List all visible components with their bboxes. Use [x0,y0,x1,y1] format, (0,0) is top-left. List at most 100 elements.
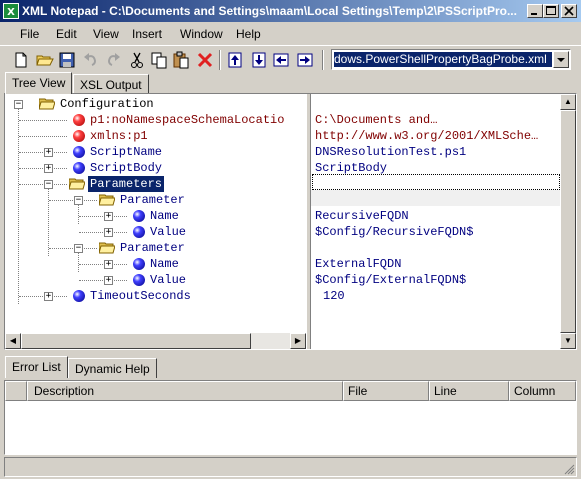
tree-connector [19,136,67,137]
combo-dropdown-button[interactable] [553,51,569,68]
minimize-button[interactable] [527,4,543,18]
tree-node[interactable]: + Value [5,272,305,288]
tree-horizontal-scrollbar[interactable]: ◀ ▶ [5,333,306,349]
node-value[interactable]: ScriptBody [315,160,387,176]
tree-node[interactable]: − Configuration [5,96,305,112]
tree-node-selected[interactable]: − Parameters [5,176,305,192]
collapse-icon[interactable]: − [74,244,83,253]
chevron-down-icon [557,58,565,62]
copy-icon[interactable] [150,51,168,69]
tree-node-label: Parameter [120,193,185,207]
attribute-icon [73,130,85,142]
nudge-up-icon[interactable] [226,51,244,69]
scroll-right-button[interactable]: ▶ [290,333,306,349]
paste-icon[interactable] [172,51,190,69]
column-header-file[interactable]: File [343,381,429,401]
node-value[interactable]: RecursiveFQDN [315,208,409,224]
tree-connector [79,232,127,233]
collapse-icon[interactable]: − [14,100,23,109]
node-value[interactable]: $Config/ExternalFQDN$ [315,272,466,288]
scroll-down-button[interactable]: ▼ [560,333,576,349]
menu-insert[interactable]: Insert [132,27,162,41]
resize-grip-icon[interactable] [563,463,575,475]
node-value[interactable]: DNSResolutionTest.ps1 [315,144,466,160]
tree-node-label: TimeoutSeconds [90,289,191,303]
node-value[interactable]: ExternalFQDN [315,256,401,272]
tree-node[interactable]: + Value [5,224,305,240]
tab-error-list[interactable]: Error List [5,356,68,378]
folder-open-icon [39,98,55,110]
tree-node[interactable]: + TimeoutSeconds [5,288,305,304]
tree-node[interactable]: + Name [5,208,305,224]
maximize-button[interactable] [543,4,559,18]
scroll-thumb[interactable] [560,110,576,333]
title-bar[interactable]: X XML Notepad - C:\Documents and Setting… [0,0,581,22]
menu-view[interactable]: View [93,27,119,41]
expand-icon[interactable]: + [44,164,53,173]
tree-node[interactable]: − Parameter [5,240,305,256]
new-file-icon[interactable] [12,51,30,69]
expand-icon[interactable]: + [44,292,53,301]
nudge-down-icon[interactable] [250,51,268,69]
tree-node-label: ScriptName [90,145,163,159]
toolbar-separator [322,50,324,70]
value-pane[interactable]: C:\Documents and… http://www.w3.org/2001… [311,94,560,349]
scroll-left-button[interactable]: ◀ [5,333,21,349]
value-edit-box[interactable] [312,174,560,190]
tree-pane[interactable]: − Configuration p1:noNamespaceSchemaLoca… [5,94,306,334]
tree-connector [49,248,97,249]
tree-node[interactable]: + Name [5,256,305,272]
expand-icon[interactable]: + [44,148,53,157]
tree-node-label: xmlns:p1 [90,129,148,143]
toolbar: dows.PowerShellPropertyBagProbe.xml [0,45,581,73]
column-header-icon[interactable] [5,381,27,401]
collapse-icon[interactable]: − [44,180,53,189]
menu-window[interactable]: Window [180,27,223,41]
vertical-scrollbar[interactable]: ▲ ▼ [560,94,576,349]
column-header-line[interactable]: Line [429,381,509,401]
nudge-left-icon[interactable] [272,51,290,69]
xpath-location-input[interactable]: dows.PowerShellPropertyBagProbe.xml [334,52,552,67]
expand-icon[interactable]: + [104,276,113,285]
tree-node-label: ScriptBody [90,161,163,175]
folder-open-icon [99,242,115,254]
menu-file[interactable]: File [20,27,39,41]
tree-node[interactable]: + ScriptName [5,144,305,160]
xpath-location-combo[interactable]: dows.PowerShellPropertyBagProbe.xml [331,49,571,70]
tab-dynamic-help[interactable]: Dynamic Help [68,358,157,378]
element-icon [133,274,145,286]
node-value[interactable]: 120 [323,288,345,304]
redo-icon[interactable] [104,51,122,69]
tree-node[interactable]: + ScriptBody [5,160,305,176]
node-value[interactable]: http://www.w3.org/2001/XMLSche… [315,128,538,144]
menu-help[interactable]: Help [236,27,261,41]
collapse-icon[interactable]: − [74,196,83,205]
nudge-right-icon[interactable] [296,51,314,69]
undo-icon[interactable] [82,51,100,69]
tab-tree-view[interactable]: Tree View [5,72,73,94]
maximize-icon [546,6,556,15]
scroll-up-button[interactable]: ▲ [560,94,576,110]
save-icon[interactable] [58,51,76,69]
delete-icon[interactable] [196,51,214,69]
close-button[interactable] [561,4,577,18]
tree-node[interactable]: p1:noNamespaceSchemaLocatio [5,112,305,128]
folder-open-icon [69,178,85,190]
node-value[interactable]: C:\Documents and… [315,112,437,128]
column-header-column[interactable]: Column [509,381,576,401]
column-header-description[interactable]: Description [27,381,343,401]
tab-xsl-output[interactable]: XSL Output [73,74,149,94]
scroll-thumb[interactable] [21,333,251,349]
menu-edit[interactable]: Edit [56,27,77,41]
open-folder-icon[interactable] [36,51,54,69]
element-icon [73,162,85,174]
expand-icon[interactable]: + [104,260,113,269]
tree-node-label: Parameters [88,176,165,192]
node-value[interactable]: $Config/RecursiveFQDN$ [315,224,473,240]
cut-icon[interactable] [128,51,146,69]
tree-node[interactable]: − Parameter [5,192,305,208]
expand-icon[interactable]: + [104,228,113,237]
tree-node-label: Value [150,273,187,287]
tree-node[interactable]: xmlns:p1 [5,128,305,144]
expand-icon[interactable]: + [104,212,113,221]
